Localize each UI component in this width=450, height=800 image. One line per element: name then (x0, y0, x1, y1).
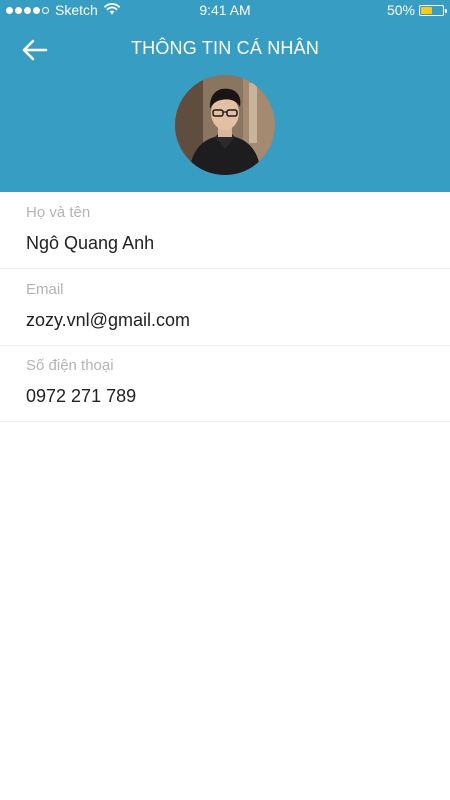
field-email: Email zozy.vnl@gmail.com (0, 269, 450, 346)
field-label: Họ và tên (26, 204, 91, 221)
battery-cap (445, 8, 447, 13)
field-label: Email (26, 281, 64, 298)
status-time: 9:41 AM (199, 2, 251, 18)
avatar (175, 75, 275, 175)
header: Sketch 9:41 AM 50% THÔNG TIN CÁ NHÂN (0, 0, 450, 192)
status-bar: Sketch 9:41 AM 50% (0, 0, 450, 20)
page-title: THÔNG TIN CÁ NHÂN (130, 38, 320, 58)
battery-icon (419, 4, 447, 16)
field-value: Ngô Quang Anh (26, 233, 155, 253)
field-value: zozy.vnl@gmail.com (26, 310, 190, 330)
field-value: 0972 271 789 (26, 386, 137, 406)
battery-level-fill (421, 6, 432, 14)
field-fullname: Họ và tên Ngô Quang Anh (0, 192, 450, 269)
field-label: Số điện thoại (26, 357, 114, 374)
battery-percent: 50% (386, 2, 415, 18)
field-phone: Số điện thoại 0972 271 789 (0, 346, 450, 422)
status-right: 50% (386, 2, 447, 18)
